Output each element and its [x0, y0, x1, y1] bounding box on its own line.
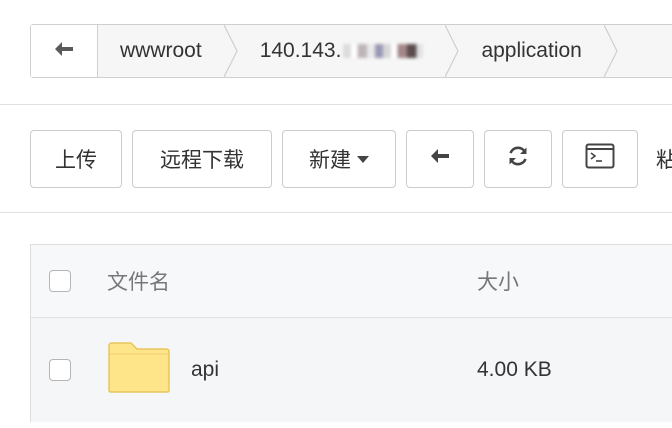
breadcrumb-separator	[445, 25, 460, 77]
new-button-label: 新建	[309, 149, 351, 172]
select-all-checkbox[interactable]	[49, 270, 71, 292]
paste-button-label: 粘	[656, 149, 672, 172]
breadcrumb: wwwroot 140.143. application	[30, 24, 672, 78]
toolbar: 上传 远程下载 新建 粘	[30, 130, 672, 190]
breadcrumb-item-ip[interactable]: 140.143.	[238, 25, 446, 77]
breadcrumb-separator	[603, 25, 618, 77]
breadcrumb-back-button[interactable]	[31, 25, 98, 77]
divider	[0, 104, 672, 105]
back-button[interactable]	[406, 130, 474, 188]
redacted-text	[343, 44, 424, 58]
breadcrumb-item-application[interactable]: application	[459, 25, 603, 77]
divider	[0, 212, 672, 213]
arrow-left-icon	[429, 147, 451, 171]
refresh-icon	[506, 144, 530, 174]
breadcrumb-item-label: 140.143.	[259, 39, 342, 62]
file-manager-page: wwwroot 140.143. application 上传 远程下载 新建	[0, 0, 672, 428]
breadcrumb-separator	[223, 25, 238, 77]
file-size-cell: 4.00 KB	[477, 358, 552, 381]
row-checkbox[interactable]	[49, 359, 71, 381]
file-name-label[interactable]: api	[191, 358, 219, 382]
breadcrumb-item-label: wwwroot	[120, 39, 202, 62]
upload-button-label: 上传	[55, 149, 97, 172]
refresh-button[interactable]	[484, 130, 552, 188]
caret-down-icon	[357, 155, 369, 163]
new-dropdown-button[interactable]: 新建	[282, 130, 396, 188]
remote-download-button-label: 远程下载	[160, 149, 244, 172]
breadcrumb-item-wwwroot[interactable]: wwwroot	[98, 25, 224, 77]
folder-icon	[107, 340, 191, 400]
column-header-name[interactable]: 文件名	[107, 266, 477, 296]
file-table: 文件名 大小 api 4.00 KB	[30, 244, 672, 422]
breadcrumb-item-label: application	[481, 39, 582, 62]
terminal-icon	[585, 143, 615, 175]
table-row[interactable]: api 4.00 KB	[31, 318, 672, 422]
upload-button[interactable]: 上传	[30, 130, 122, 188]
column-header-size[interactable]: 大小	[477, 266, 519, 296]
remote-download-button[interactable]: 远程下载	[132, 130, 272, 188]
table-header: 文件名 大小	[31, 245, 672, 318]
paste-button-partial[interactable]: 粘	[648, 130, 672, 188]
terminal-button[interactable]	[562, 130, 638, 188]
file-name-cell[interactable]: api	[107, 340, 477, 400]
arrow-left-icon	[53, 40, 75, 63]
